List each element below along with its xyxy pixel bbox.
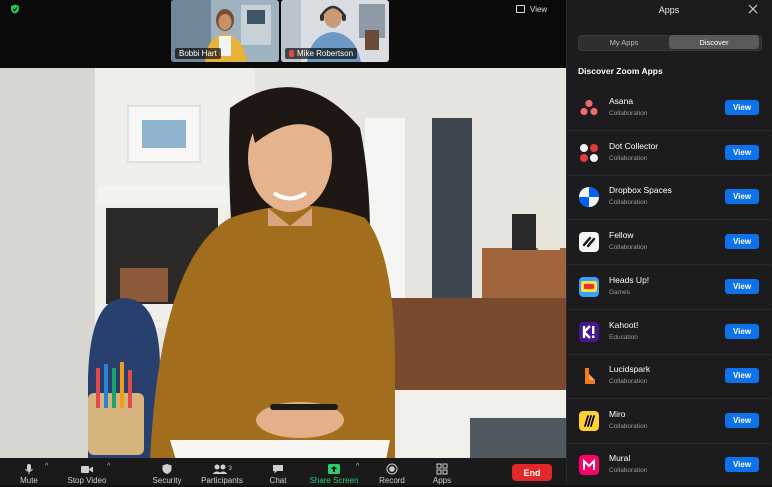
app-list-item[interactable]: Dropbox Spaces Collaboration View xyxy=(567,175,771,220)
record-icon xyxy=(386,463,398,475)
app-category: Collaboration xyxy=(609,423,648,430)
app-name: Asana xyxy=(609,96,634,106)
chevron-up-icon[interactable]: ^ xyxy=(356,463,359,470)
shield-icon xyxy=(162,464,172,474)
app-name: Lucidspark xyxy=(609,364,651,374)
asana-icon xyxy=(579,98,599,118)
mural-icon xyxy=(579,455,599,475)
app-category: Collaboration xyxy=(609,467,648,474)
participant-count: 3 xyxy=(229,466,233,472)
view-label: View xyxy=(530,4,548,14)
participants-icon: 3 xyxy=(212,464,233,474)
close-icon[interactable] xyxy=(748,4,758,14)
encryption-shield-icon[interactable] xyxy=(10,4,20,14)
participant-thumbnail[interactable]: Mike Robertson xyxy=(281,0,389,62)
share-screen-label: Share Screen xyxy=(309,476,359,485)
app-category: Collaboration xyxy=(609,155,648,162)
view-app-button[interactable]: View xyxy=(725,145,759,160)
tab-discover[interactable]: Discover xyxy=(669,35,759,49)
apps-icon xyxy=(436,463,448,475)
apps-label: Apps xyxy=(432,476,452,485)
speaker-video-frame xyxy=(0,68,566,460)
app-list-item[interactable]: Dot Collector Collaboration View xyxy=(567,131,771,176)
app-category: Education xyxy=(609,334,638,341)
chevron-up-icon[interactable]: ^ xyxy=(107,463,110,470)
section-heading: Discover Zoom Apps xyxy=(578,66,663,76)
participant-name-tag: Bobbi Hart xyxy=(175,48,221,59)
app-name: Dropbox Spaces xyxy=(609,185,672,195)
lucidspark-icon xyxy=(579,366,599,386)
security-button[interactable]: Security xyxy=(147,458,187,486)
app-category: Games xyxy=(609,289,630,296)
app-list-item[interactable]: Asana Collaboration View xyxy=(567,86,771,131)
mute-button[interactable]: Mute xyxy=(14,458,44,486)
app-list-item[interactable]: Miro Collaboration View xyxy=(567,399,771,444)
app-list-item[interactable]: Mural Collaboration View xyxy=(567,443,771,487)
dot-collector-icon xyxy=(579,143,599,163)
record-button[interactable]: Record xyxy=(375,458,409,486)
participants-label: Participants xyxy=(201,476,243,485)
app-name: Fellow xyxy=(609,230,634,240)
chat-label: Chat xyxy=(269,476,287,485)
app-name: Dot Collector xyxy=(609,141,659,151)
view-app-button[interactable]: View xyxy=(725,368,759,383)
participant-name-tag: Mike Robertson xyxy=(285,48,358,59)
end-meeting-button[interactable]: End xyxy=(512,464,552,481)
app-name: Heads Up! xyxy=(609,275,650,285)
app-name: Mural xyxy=(609,453,631,463)
app-category: Collaboration xyxy=(609,378,648,385)
view-app-button[interactable]: View xyxy=(725,100,759,115)
app-name: Miro xyxy=(609,409,626,419)
chat-button[interactable]: Chat xyxy=(263,458,293,486)
fellow-icon xyxy=(579,232,599,252)
chat-icon xyxy=(273,465,283,474)
mic-icon xyxy=(25,464,33,474)
tab-my-apps[interactable]: My Apps xyxy=(579,35,669,49)
apps-button[interactable]: Apps xyxy=(427,458,457,486)
app-category: Collaboration xyxy=(609,110,648,117)
record-label: Record xyxy=(379,476,405,485)
view-grid-icon xyxy=(516,5,525,13)
view-app-button[interactable]: View xyxy=(725,457,759,472)
view-app-button[interactable]: View xyxy=(725,279,759,294)
app-list-item[interactable]: Heads Up! Games View xyxy=(567,265,771,310)
app-list-item[interactable]: Lucidspark Collaboration View xyxy=(567,354,771,399)
security-label: Security xyxy=(152,476,182,485)
view-app-button[interactable]: View xyxy=(725,324,759,339)
participant-name: Bobbi Hart xyxy=(179,49,217,58)
view-button[interactable]: View xyxy=(516,3,547,15)
video-camera-icon xyxy=(81,466,93,473)
active-speaker-video xyxy=(0,68,566,460)
view-app-button[interactable]: View xyxy=(725,234,759,249)
view-app-button[interactable]: View xyxy=(725,189,759,204)
participant-thumbnail[interactable]: Bobbi Hart xyxy=(171,0,279,62)
apps-panel-title: Apps xyxy=(658,5,680,15)
participants-button[interactable]: 3 Participants xyxy=(197,458,247,486)
stop-video-label: Stop Video xyxy=(67,476,107,485)
kahoot-icon xyxy=(579,322,599,342)
mute-label: Mute xyxy=(20,476,38,485)
view-app-button[interactable]: View xyxy=(725,413,759,428)
stop-video-button[interactable]: Stop Video xyxy=(62,458,112,486)
heads-up-icon xyxy=(579,277,599,297)
chevron-up-icon[interactable]: ^ xyxy=(45,463,48,470)
app-category: Collaboration xyxy=(609,244,648,251)
muted-mic-icon xyxy=(289,50,294,57)
app-list-item[interactable]: Fellow Collaboration View xyxy=(567,220,771,265)
share-screen-icon xyxy=(328,464,340,474)
share-screen-button[interactable]: Share Screen xyxy=(305,458,363,486)
app-category: Collaboration xyxy=(609,199,648,206)
participant-name: Mike Robertson xyxy=(297,49,354,58)
app-name: Kahoot! xyxy=(609,320,639,330)
dropbox-spaces-icon xyxy=(579,187,599,207)
miro-icon xyxy=(579,411,599,431)
app-list-item[interactable]: Kahoot! Education View xyxy=(567,310,771,355)
